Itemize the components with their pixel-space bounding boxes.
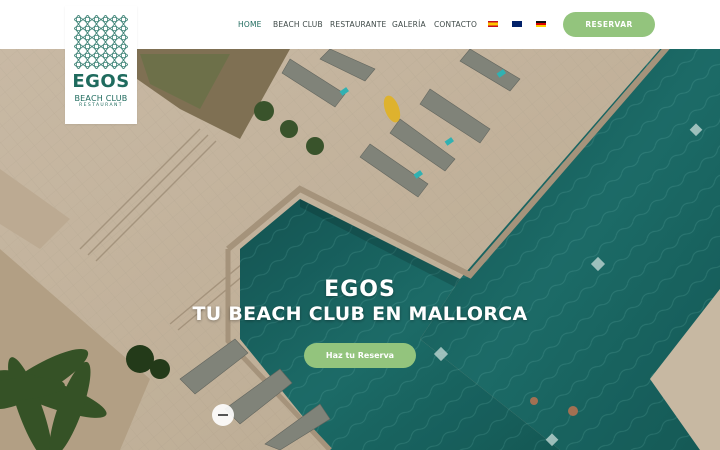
de-flag-icon[interactable] bbox=[536, 21, 546, 27]
reservar-button[interactable]: RESERVAR bbox=[563, 12, 655, 37]
logo-subtitle: BEACH CLUB bbox=[74, 94, 128, 103]
en-flag-icon[interactable] bbox=[512, 21, 522, 27]
scroll-down-button[interactable] bbox=[212, 404, 234, 426]
nav-restaurante[interactable]: RESTAURANTE bbox=[330, 19, 387, 31]
hero-title: EGOS bbox=[324, 277, 396, 302]
nav-home[interactable]: HOME bbox=[238, 19, 262, 31]
logo-pattern-icon bbox=[74, 15, 128, 69]
logo-tagline: RESTAURANT bbox=[79, 103, 123, 108]
hero-subtitle: TU BEACH CLUB EN MALLORCA bbox=[192, 303, 528, 325]
logo-title: EGOS bbox=[72, 71, 130, 92]
logo[interactable]: EGOS BEACH CLUB RESTAURANT bbox=[65, 6, 137, 124]
nav-contacto[interactable]: CONTACTO bbox=[434, 19, 477, 31]
haz-tu-reserva-button[interactable]: Haz tu Reserva bbox=[304, 343, 416, 368]
minus-icon bbox=[218, 414, 228, 416]
es-flag-icon[interactable] bbox=[488, 21, 498, 27]
nav-beach-club[interactable]: BEACH CLUB bbox=[273, 19, 323, 31]
nav-galeria[interactable]: GALERÍA bbox=[392, 19, 426, 31]
